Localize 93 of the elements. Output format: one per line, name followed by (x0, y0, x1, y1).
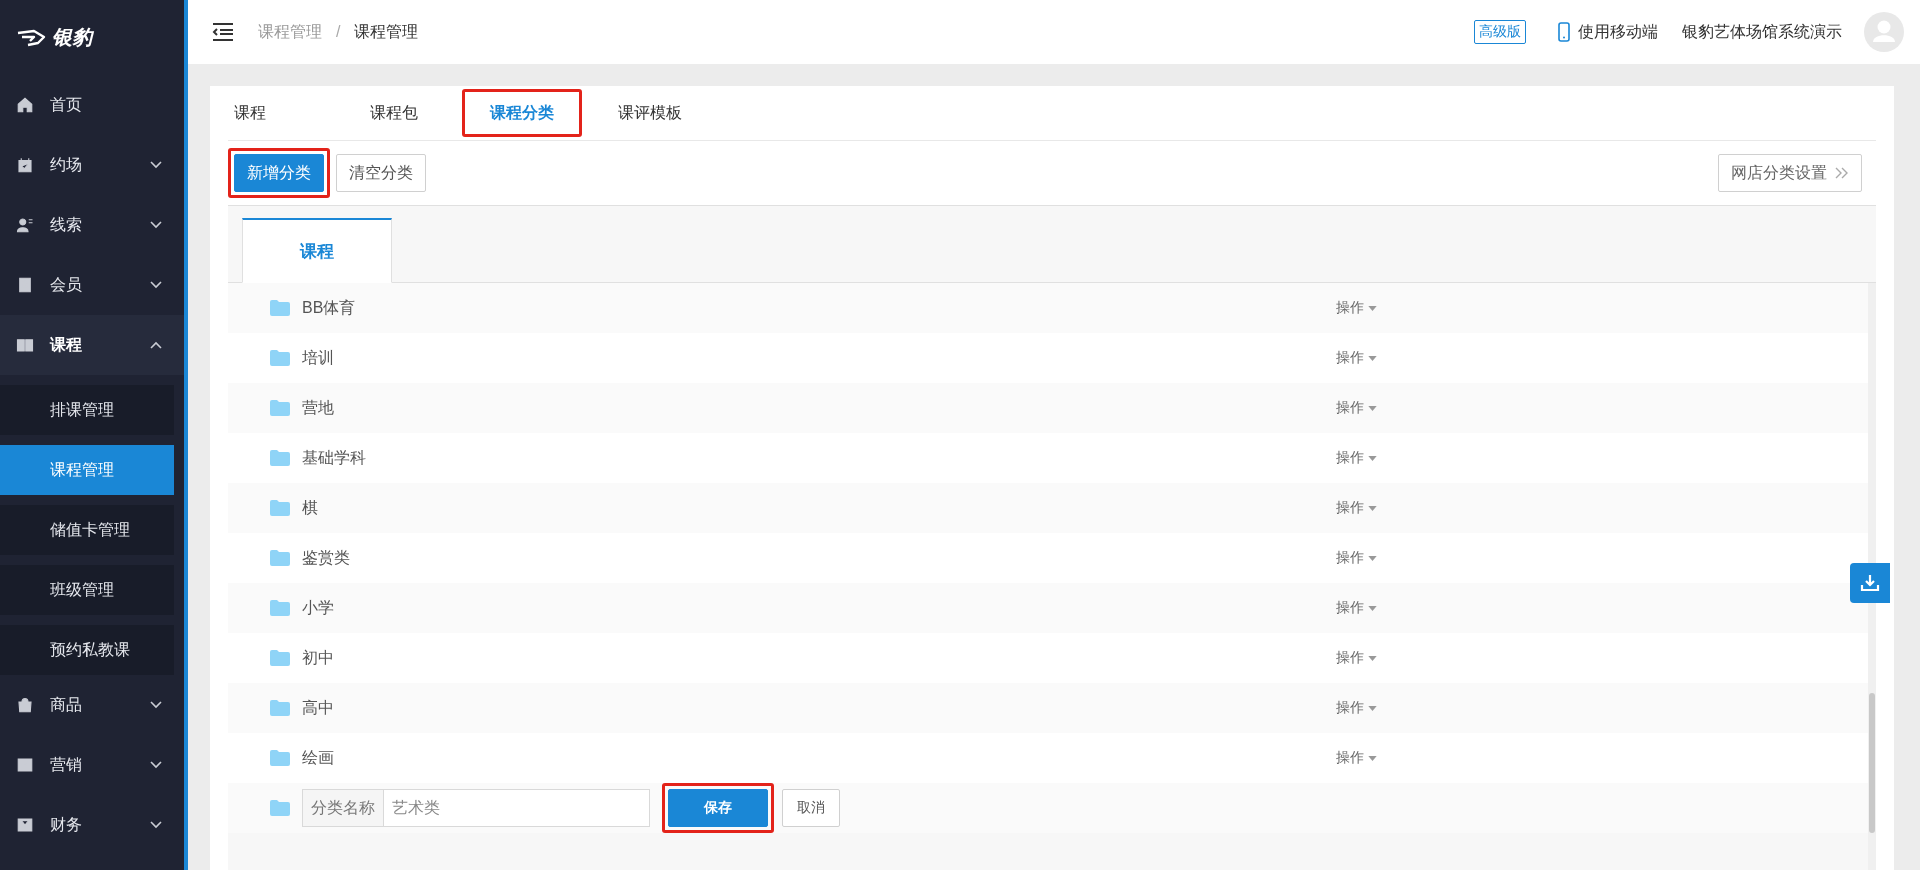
download-icon (1860, 573, 1880, 593)
breadcrumb-current: 课程管理 (354, 21, 419, 42)
clear-categories-button[interactable]: 清空分类 (336, 154, 426, 192)
nav-icon (16, 336, 34, 354)
folder-icon (270, 400, 290, 416)
chevron-down-icon (150, 161, 162, 169)
category-tab[interactable]: 课程 (242, 218, 392, 283)
caret-icon (1368, 755, 1377, 761)
actions-dropdown[interactable]: 操作 (1336, 549, 1377, 567)
category-name: 棋 (302, 497, 319, 518)
breadcrumb-separator: / (336, 23, 341, 41)
folder-icon (270, 750, 290, 766)
caret-icon (1368, 605, 1377, 611)
submenu-item[interactable]: 课程管理 (0, 445, 174, 495)
folder-icon (270, 500, 290, 516)
nav-icon (16, 216, 34, 234)
account-name[interactable]: 银豹艺体场馆系统演示 (1682, 21, 1842, 43)
nav-item[interactable]: 首页 (0, 75, 184, 135)
category-name: 培训 (302, 347, 335, 368)
actions-dropdown[interactable]: 操作 (1336, 649, 1377, 667)
save-button[interactable]: 保存 (668, 789, 768, 827)
nav-item[interactable]: 线索 (0, 195, 184, 255)
caret-icon (1368, 455, 1377, 461)
tab[interactable]: 课程分类 (490, 102, 554, 124)
logo-text: 银豹 (52, 25, 92, 50)
actions-dropdown[interactable]: 操作 (1336, 699, 1377, 717)
folder-icon (270, 700, 290, 716)
folder-icon (270, 800, 290, 816)
category-name: 小学 (302, 597, 335, 618)
category-name: BB体育 (302, 297, 357, 318)
shop-category-settings-button[interactable]: 网店分类设置 (1718, 154, 1862, 192)
nav-item[interactable]: 财务 (0, 795, 184, 855)
category-name: 初中 (302, 647, 335, 668)
nav-icon (16, 816, 34, 834)
caret-icon (1368, 705, 1377, 711)
double-chevron-icon (1835, 167, 1849, 179)
category-name-field[interactable]: 分类名称 艺术类 (302, 789, 650, 827)
submenu-item[interactable]: 储值卡管理 (0, 505, 174, 555)
nav-icon (16, 156, 34, 174)
folder-icon (270, 350, 290, 366)
nav-item[interactable]: 营销 (0, 735, 184, 795)
add-category-button[interactable]: 新增分类 (234, 154, 324, 192)
category-name: 营地 (302, 397, 335, 418)
mobile-link[interactable]: 使用移动端 (1578, 21, 1658, 43)
caret-icon (1368, 305, 1377, 311)
edition-badge: 高级版 (1474, 20, 1526, 44)
chevron-down-icon (150, 821, 162, 829)
nav-item[interactable]: 商品 (0, 675, 184, 735)
chevron-down-icon (150, 761, 162, 769)
actions-dropdown[interactable]: 操作 (1336, 599, 1377, 617)
tab[interactable]: 课评模板 (618, 102, 682, 124)
nav-icon (16, 756, 34, 774)
actions-dropdown[interactable]: 操作 (1336, 349, 1377, 367)
logo-icon (16, 27, 46, 48)
actions-dropdown[interactable]: 操作 (1336, 749, 1377, 767)
chevron-down-icon (150, 221, 162, 229)
chevron-down-icon (150, 701, 162, 709)
chevron-up-icon (150, 341, 162, 349)
submenu-item[interactable]: 预约私教课 (0, 625, 174, 675)
folder-icon (270, 300, 290, 316)
menu-collapse-icon[interactable] (212, 23, 234, 41)
nav-icon (16, 696, 34, 714)
category-name: 绘画 (302, 747, 335, 768)
nav-item[interactable]: 约场 (0, 135, 184, 195)
actions-dropdown[interactable]: 操作 (1336, 499, 1377, 517)
category-name: 高中 (302, 697, 335, 718)
submenu-item[interactable]: 排课管理 (0, 385, 174, 435)
phone-icon[interactable] (1558, 22, 1570, 42)
nav-item[interactable]: 会员 (0, 255, 184, 315)
tab[interactable]: 课程包 (370, 102, 418, 124)
caret-icon (1368, 655, 1377, 661)
download-button[interactable] (1850, 563, 1890, 603)
caret-icon (1368, 555, 1377, 561)
chevron-down-icon (150, 281, 162, 289)
submenu-item[interactable]: 班级管理 (0, 565, 174, 615)
folder-icon (270, 650, 290, 666)
actions-dropdown[interactable]: 操作 (1336, 449, 1377, 467)
folder-icon (270, 600, 290, 616)
nav-item[interactable]: 课程 (0, 315, 184, 375)
category-name: 基础学科 (302, 447, 367, 468)
actions-dropdown[interactable]: 操作 (1336, 399, 1377, 417)
caret-icon (1368, 355, 1377, 361)
nav-icon (16, 96, 34, 114)
tab[interactable]: 课程 (234, 102, 266, 124)
nav-icon (16, 276, 34, 294)
folder-icon (270, 450, 290, 466)
folder-icon (270, 550, 290, 566)
caret-icon (1368, 505, 1377, 511)
category-name: 鉴赏类 (302, 547, 351, 568)
scrollbar[interactable] (1868, 283, 1876, 870)
actions-dropdown[interactable]: 操作 (1336, 299, 1377, 317)
cancel-button[interactable]: 取消 (782, 789, 840, 827)
caret-icon (1368, 405, 1377, 411)
